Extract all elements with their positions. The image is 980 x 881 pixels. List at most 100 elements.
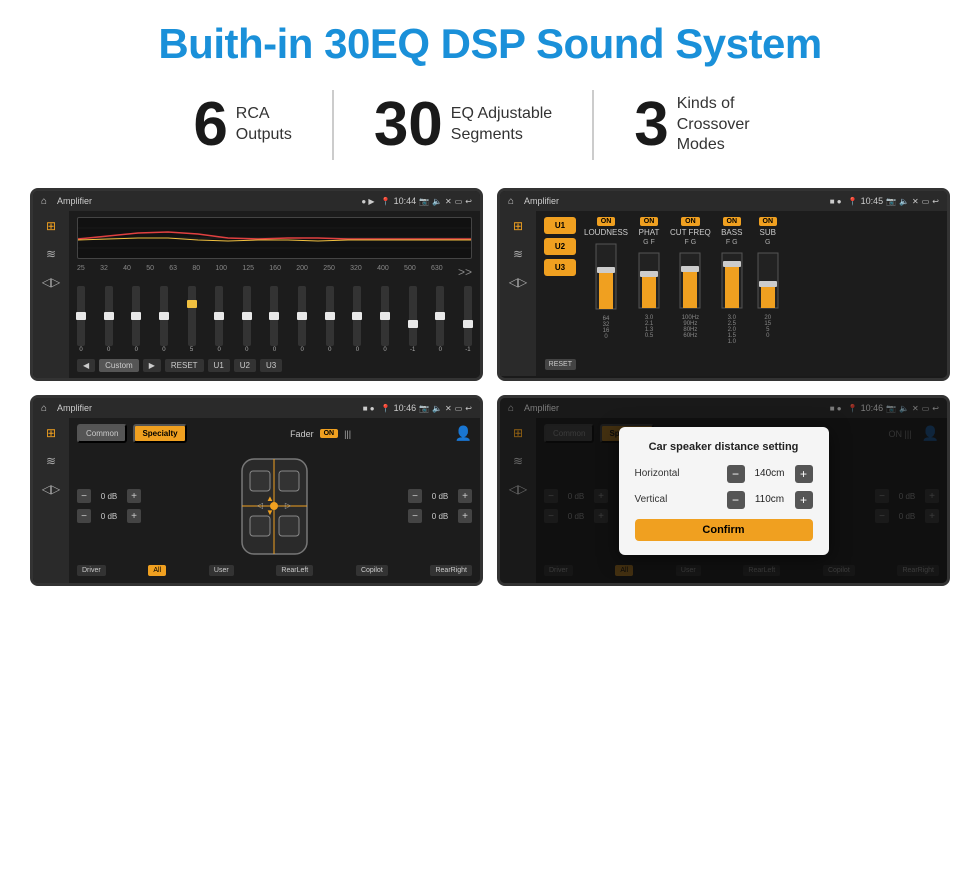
channel-bass: ON BASS F G 3.02.52.01.51.0: [717, 217, 747, 345]
copilot-button[interactable]: Copilot: [356, 565, 388, 576]
rl-plus-button[interactable]: +: [127, 509, 141, 523]
rr-minus-button[interactable]: −: [408, 509, 422, 523]
eq-slider-5[interactable]: 0: [215, 286, 223, 353]
confirm-button[interactable]: Confirm: [635, 519, 813, 541]
eq-prev-button[interactable]: ◀: [77, 359, 95, 372]
fr-minus-button[interactable]: −: [408, 489, 422, 503]
eq-slider-9[interactable]: 0: [326, 286, 334, 353]
eq-slider-8[interactable]: 0: [298, 286, 306, 353]
loudness-on-badge[interactable]: ON: [597, 217, 616, 226]
user-button[interactable]: User: [209, 565, 234, 576]
stat-eq: 30 EQ AdjustableSegments: [334, 94, 592, 156]
crossover-content: U1 U2 U3 RESET ON LOUDNESS: [544, 217, 939, 370]
camera-icon-2: 📷: [886, 197, 896, 206]
back-icon-3[interactable]: ↩: [465, 404, 472, 413]
crossover-reset-button[interactable]: RESET: [545, 359, 576, 370]
fr-db-value: 0 dB: [426, 492, 454, 501]
channel-loudness: ON LOUDNESS 6432160: [584, 217, 628, 340]
eq-main: 25 32 40 50 63 80 100 125 160 200 250 32…: [69, 211, 480, 378]
preset-u2-button[interactable]: U2: [544, 238, 576, 255]
eq-custom-button[interactable]: Custom: [99, 359, 139, 372]
crossover-presets: U1 U2 U3 RESET: [544, 217, 576, 370]
sidebar-eq-icon-3[interactable]: ⊞: [46, 426, 56, 440]
dialog-screen: ⌂ Amplifier ■ ● 📍 10:46 📷 🔈 ✕ ▭ ↩ ⊞ ≋ ◁▷: [497, 395, 950, 586]
rl-minus-button[interactable]: −: [77, 509, 91, 523]
stat-rca-number: 6: [193, 94, 227, 156]
vertical-plus-button[interactable]: +: [795, 491, 813, 509]
location-icon-2: 📍: [848, 197, 858, 206]
eq-slider-10[interactable]: 0: [353, 286, 361, 353]
eq-slider-6[interactable]: 0: [243, 286, 251, 353]
rr-plus-button[interactable]: +: [458, 509, 472, 523]
eq-slider-4[interactable]: 5: [188, 286, 196, 353]
fr-plus-button[interactable]: +: [458, 489, 472, 503]
crossover-screen: ⌂ Amplifier ■ ● 📍 10:45 📷 🔈 ✕ ▭ ↩ ⊞ ≋ ◁▷: [497, 188, 950, 381]
eq-slider-7[interactable]: 0: [270, 286, 278, 353]
eq-slider-12[interactable]: -1: [409, 286, 417, 353]
crossover-screen-body: ⊞ ≋ ◁▷ U1 U2 U3 RESET: [500, 211, 947, 376]
sub-label: SUB: [760, 228, 776, 237]
dialog-screen-body: ⊞ ≋ ◁▷ Common Specialty ON ||| 👤: [500, 418, 947, 583]
db-control-rl: − 0 dB +: [77, 509, 141, 523]
eq-u2-button[interactable]: U2: [234, 359, 256, 372]
svg-text:◁: ◁: [257, 501, 264, 510]
sidebar-wave-icon[interactable]: ≋: [46, 247, 56, 261]
eq-slider-3[interactable]: 0: [160, 286, 168, 353]
cutfreq-on-badge[interactable]: ON: [681, 217, 700, 226]
eq-slider-11[interactable]: 0: [381, 286, 389, 353]
all-button[interactable]: All: [148, 565, 166, 576]
home-icon[interactable]: ⌂: [41, 196, 47, 207]
horizontal-minus-button[interactable]: −: [727, 465, 745, 483]
common-tab[interactable]: Common: [77, 424, 127, 443]
sidebar-speaker-icon[interactable]: ◁▷: [42, 275, 60, 289]
bass-on-badge[interactable]: ON: [723, 217, 742, 226]
vertical-minus-button[interactable]: −: [727, 491, 745, 509]
fl-minus-button[interactable]: −: [77, 489, 91, 503]
home-icon-3[interactable]: ⌂: [41, 403, 47, 414]
eq-dot1: ● ▶: [361, 197, 374, 206]
sidebar-speaker-icon-3[interactable]: ◁▷: [42, 482, 60, 496]
preset-u1-button[interactable]: U1: [544, 217, 576, 234]
home-icon-2[interactable]: ⌂: [508, 196, 514, 207]
sidebar-wave-icon-2[interactable]: ≋: [513, 247, 523, 261]
driver-button[interactable]: Driver: [77, 565, 106, 576]
back-icon[interactable]: ↩: [465, 197, 472, 206]
phat-label: PHAT: [639, 228, 660, 237]
sidebar-eq-icon[interactable]: ⊞: [46, 219, 56, 233]
back-icon-2[interactable]: ↩: [932, 197, 939, 206]
eq-slider-2[interactable]: 0: [132, 286, 140, 353]
eq-slider-14[interactable]: -1: [464, 286, 472, 353]
sidebar-speaker-icon-2[interactable]: ◁▷: [509, 275, 527, 289]
screens-grid: ⌂ Amplifier ● ▶ 📍 10:44 📷 🔈 ✕ ▭ ↩ ⊞ ≋ ◁▷: [30, 188, 950, 586]
svg-text:▷: ▷: [285, 501, 292, 510]
sub-on-badge[interactable]: ON: [759, 217, 778, 226]
fader-tabs: Common Specialty Fader ON ||| 👤: [77, 424, 472, 443]
eq-slider-13[interactable]: 0: [436, 286, 444, 353]
vertical-value: 110cm: [751, 494, 789, 505]
eq-slider-0[interactable]: 0: [77, 286, 85, 353]
eq-next-button[interactable]: ▶: [143, 359, 161, 372]
specialty-tab[interactable]: Specialty: [133, 424, 186, 443]
phat-on-badge[interactable]: ON: [640, 217, 659, 226]
sidebar-eq-icon-2[interactable]: ⊞: [513, 219, 523, 233]
eq-status-icons: 📍 10:44 📷 🔈 ✕ ▭ ↩: [381, 196, 472, 206]
horizontal-plus-button[interactable]: +: [795, 465, 813, 483]
preset-u3-button[interactable]: U3: [544, 259, 576, 276]
dialog-overlay: Car speaker distance setting Horizontal …: [500, 398, 947, 583]
rl-db-value: 0 dB: [95, 512, 123, 521]
sidebar-wave-icon-3[interactable]: ≋: [46, 454, 56, 468]
eq-u1-button[interactable]: U1: [208, 359, 230, 372]
eq-expand-icon[interactable]: >>: [458, 265, 472, 279]
fader-on-badge[interactable]: ON: [320, 429, 339, 438]
eq-slider-1[interactable]: 0: [105, 286, 113, 353]
fl-plus-button[interactable]: +: [127, 489, 141, 503]
page-wrapper: Buith-in 30EQ DSP Sound System 6 RCAOutp…: [0, 0, 980, 606]
fader-profile-icon[interactable]: 👤: [455, 425, 472, 442]
crossover-status-title: Amplifier: [524, 196, 824, 206]
car-top-view-svg: ▲ ▼ ◁ ▷: [232, 451, 317, 561]
eq-reset-button[interactable]: RESET: [165, 359, 204, 372]
eq-freq-labels: 25 32 40 50 63 80 100 125 160 200 250 32…: [77, 265, 472, 279]
fader-label: Fader: [290, 429, 314, 439]
eq-u3-button[interactable]: U3: [260, 359, 282, 372]
crossover-sidebar: ⊞ ≋ ◁▷: [500, 211, 536, 376]
